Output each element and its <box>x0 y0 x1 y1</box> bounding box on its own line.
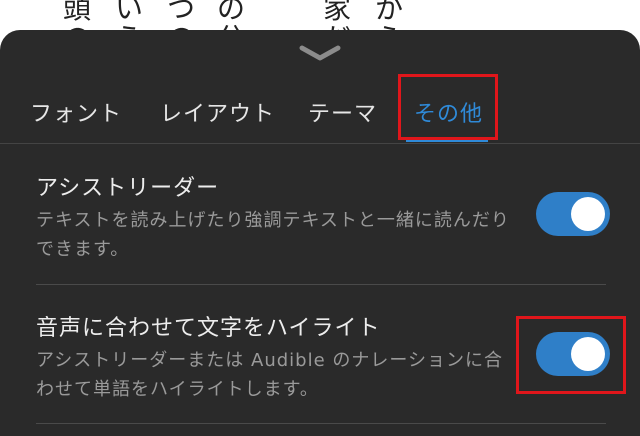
tabs-divider <box>0 143 640 144</box>
setting-title: アシストリーダー <box>36 176 220 201</box>
book-char: の <box>216 0 245 25</box>
book-char: 家 <box>322 0 351 25</box>
annotation-box-other-tab <box>398 74 498 140</box>
setting-divider <box>36 423 606 424</box>
settings-tabs: フォント レイアウト テーマ その他 <box>0 82 640 142</box>
book-char: つ <box>166 0 195 25</box>
book-char: い <box>114 0 143 25</box>
toggle-knob <box>571 197 605 231</box>
setting-title: 音声に合わせて文字をハイライト <box>36 316 381 341</box>
setting-divider <box>36 284 606 285</box>
setting-assist-reader: アシストリーダー テキストを読み上げたり強調テキストと一緒に読んだりできます。 <box>36 170 516 264</box>
assist-reader-toggle[interactable] <box>536 192 610 236</box>
chevron-down-icon <box>299 45 341 61</box>
setting-highlight-text: 音声に合わせて文字をハイライト アシストリーダーまたは Audible のナレー… <box>36 310 516 404</box>
setting-description: テキストを読み上げたり強調テキストと一緒に読んだりできます。 <box>36 210 510 260</box>
setting-description: アシストリーダーまたは Audible のナレーションに合わせて単語をハイライト… <box>36 350 504 400</box>
tab-layout[interactable]: レイアウト <box>160 96 275 128</box>
tab-theme[interactable]: テーマ <box>308 96 377 128</box>
annotation-box-highlight-toggle <box>516 316 626 394</box>
book-char: か <box>374 0 403 25</box>
collapse-handle[interactable] <box>298 44 342 62</box>
book-char: 頭 <box>62 0 91 25</box>
tab-font[interactable]: フォント <box>30 96 122 128</box>
